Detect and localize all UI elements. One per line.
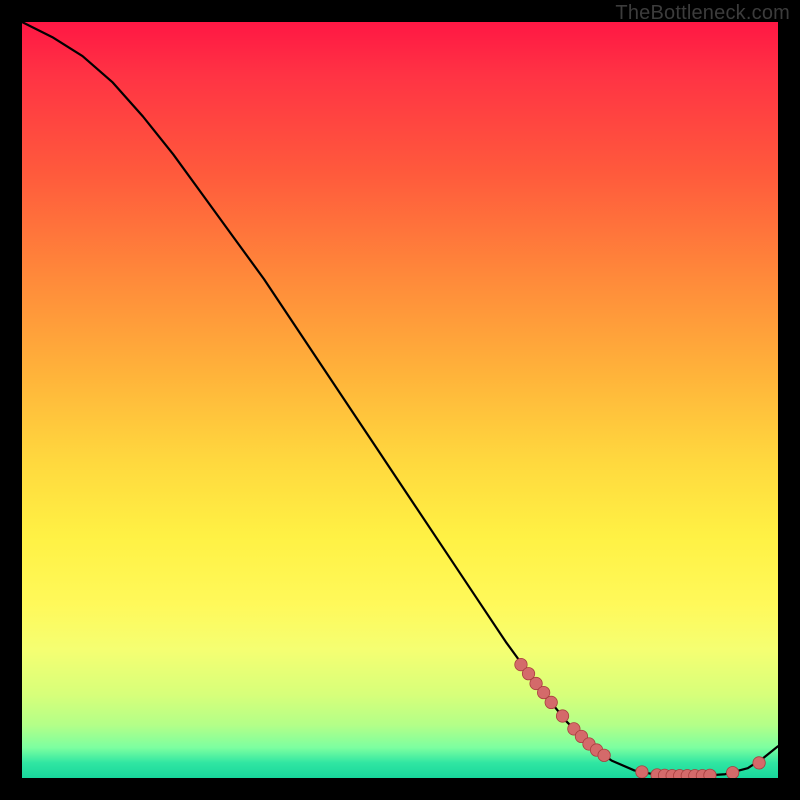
curve-line	[22, 22, 778, 776]
marker-dot	[556, 710, 568, 722]
marker-group	[515, 658, 766, 778]
marker-dot	[636, 766, 648, 778]
marker-dot	[704, 769, 716, 778]
chart-frame: TheBottleneck.com	[0, 0, 800, 800]
chart-overlay	[22, 22, 778, 778]
marker-dot	[545, 696, 557, 708]
marker-dot	[598, 749, 610, 761]
marker-dot	[753, 757, 765, 769]
marker-dot	[726, 767, 738, 778]
